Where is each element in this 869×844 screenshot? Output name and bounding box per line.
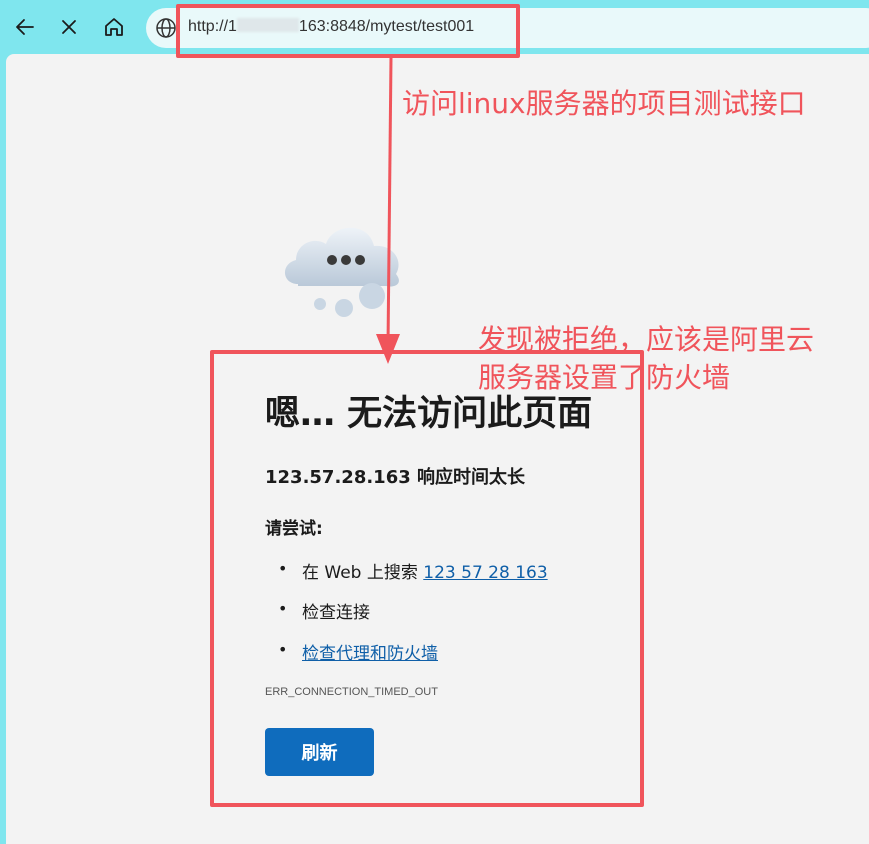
close-icon: [62, 20, 76, 34]
annotation-note-1: 访问linux服务器的项目测试接口: [402, 87, 806, 120]
arrow-left-icon: [16, 19, 34, 35]
stop-button[interactable]: [52, 10, 86, 44]
annotation-note-2-line-1: 发现被拒绝，应该是阿里云: [478, 323, 815, 356]
url-highlight-box: [176, 4, 520, 58]
home-icon: [105, 18, 123, 36]
annotation-note-2-line-2: 服务器设置了防火墙: [478, 361, 731, 394]
cloud-icon: [284, 227, 399, 317]
back-button[interactable]: [8, 10, 42, 44]
globe-icon: [156, 18, 176, 38]
home-button[interactable]: [97, 10, 131, 44]
error-highlight-box: [210, 350, 644, 807]
